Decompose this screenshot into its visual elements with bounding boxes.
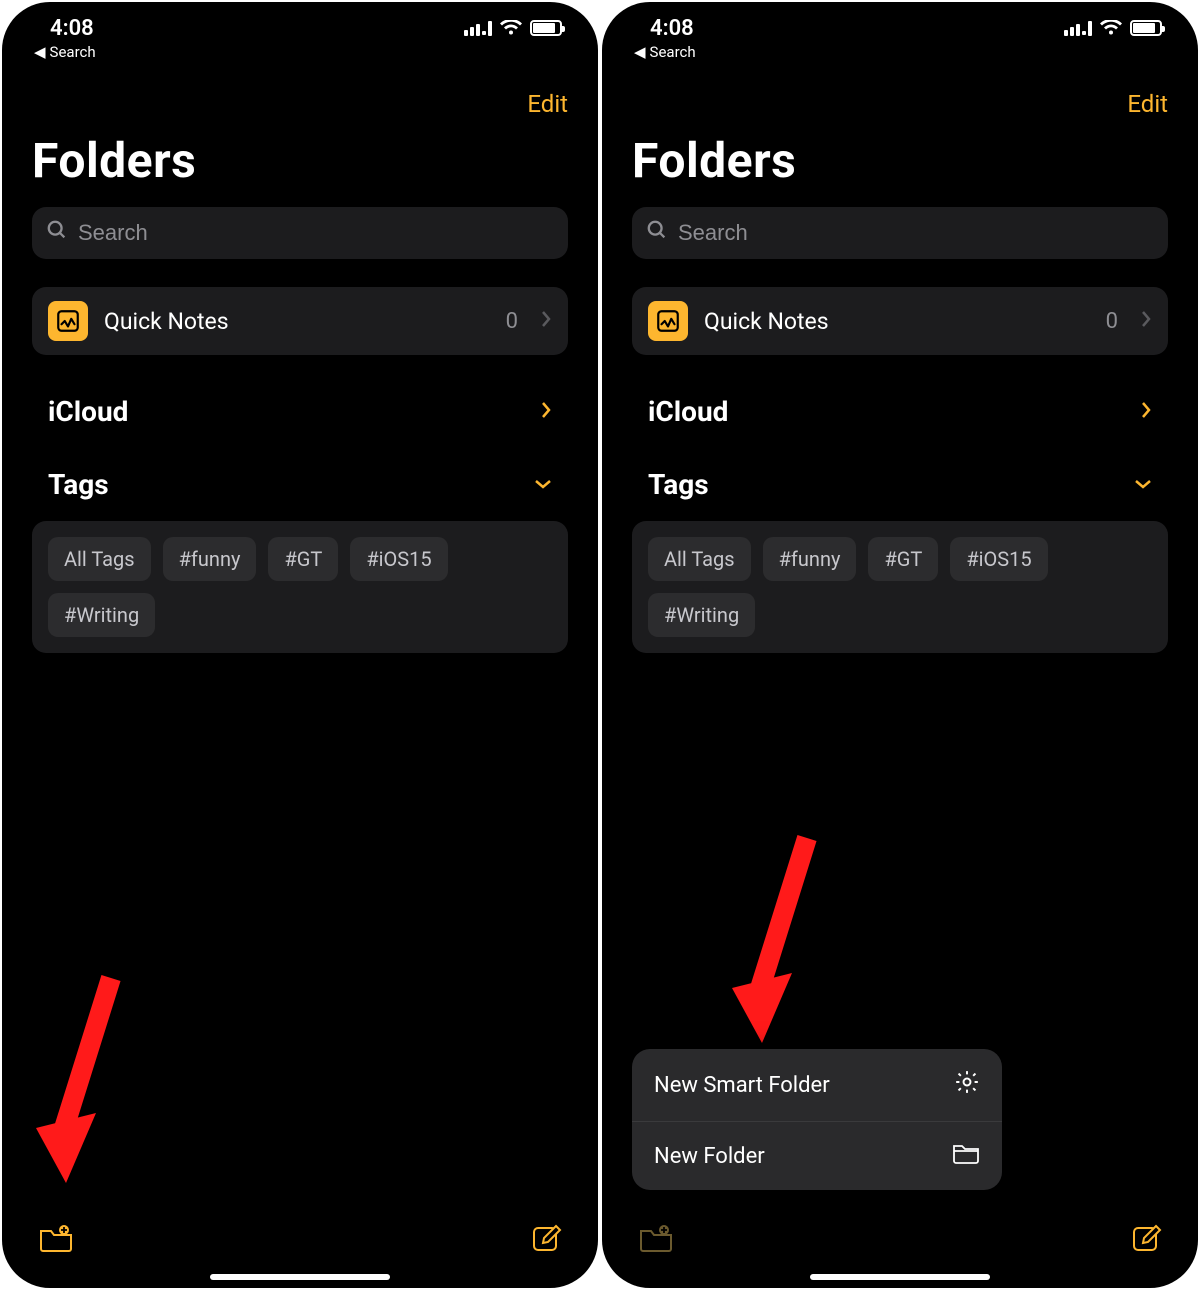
new-folder-label: New Folder [654, 1144, 765, 1169]
quick-notes-row[interactable]: Quick Notes 0 [32, 287, 568, 355]
search-input[interactable] [78, 220, 554, 246]
compose-button[interactable] [530, 1222, 562, 1258]
back-chevron-icon: ◀ [34, 43, 46, 61]
navbar: Edit [32, 90, 568, 118]
quick-notes-icon [48, 301, 88, 341]
search-field[interactable] [632, 207, 1168, 259]
status-time: 4:08 [32, 16, 94, 41]
quick-notes-label: Quick Notes [704, 308, 1090, 335]
quick-notes-row[interactable]: Quick Notes 0 [632, 287, 1168, 355]
toolbar [32, 1222, 568, 1268]
phone-left: 4:08 ◀ Search Edit Folders Quic [2, 2, 598, 1288]
icloud-label: iCloud [48, 395, 128, 428]
new-folder-button[interactable] [638, 1223, 674, 1257]
new-folder-item[interactable]: New Folder [632, 1122, 1002, 1190]
tag-chip[interactable]: #funny [763, 537, 857, 581]
phone-right: 4:08 ◀ Search Edit Folders Quic [602, 2, 1198, 1288]
wifi-icon [1100, 20, 1122, 36]
quick-notes-icon [648, 301, 688, 341]
back-to-search[interactable]: ◀ Search [32, 43, 96, 61]
battery-icon [530, 20, 562, 36]
icloud-section[interactable]: iCloud [632, 395, 1168, 428]
edit-button[interactable]: Edit [1127, 90, 1168, 118]
search-icon [646, 219, 668, 247]
chevron-right-icon [540, 401, 552, 423]
new-folder-popup: New Smart Folder New Folder [632, 1049, 1002, 1190]
navbar: Edit [632, 90, 1168, 118]
status-bar: 4:08 ◀ Search [32, 16, 568, 70]
quick-notes-count: 0 [1106, 309, 1118, 334]
status-bar: 4:08 ◀ Search [632, 16, 1168, 70]
tag-chip[interactable]: All Tags [48, 537, 151, 581]
tags-label: Tags [648, 468, 709, 501]
search-input[interactable] [678, 220, 1154, 246]
chevron-down-icon [534, 475, 552, 494]
wifi-icon [500, 20, 522, 36]
tag-chip[interactable]: #funny [163, 537, 257, 581]
tag-chip[interactable]: All Tags [648, 537, 751, 581]
back-to-search[interactable]: ◀ Search [632, 43, 696, 61]
icloud-label: iCloud [648, 395, 728, 428]
back-chevron-icon: ◀ [634, 43, 646, 61]
quick-notes-label: Quick Notes [104, 308, 490, 335]
page-title: Folders [32, 132, 568, 189]
tag-chip[interactable]: #iOS15 [350, 537, 447, 581]
icloud-section[interactable]: iCloud [32, 395, 568, 428]
cellular-icon [464, 20, 492, 36]
page-title: Folders [632, 132, 1168, 189]
compose-button[interactable] [1130, 1222, 1162, 1258]
home-indicator[interactable] [810, 1274, 990, 1280]
folder-icon [952, 1142, 980, 1170]
tag-chip[interactable]: #GT [268, 537, 338, 581]
back-label: Search [50, 43, 96, 61]
tag-chip[interactable]: #Writing [48, 593, 155, 637]
tag-chip[interactable]: #GT [868, 537, 938, 581]
battery-icon [1130, 20, 1162, 36]
tag-chip[interactable]: #Writing [648, 593, 755, 637]
chevron-down-icon [1134, 475, 1152, 494]
tags-label: Tags [48, 468, 109, 501]
status-time: 4:08 [632, 16, 694, 41]
quick-notes-count: 0 [506, 309, 518, 334]
toolbar [632, 1222, 1168, 1268]
new-folder-button[interactable] [38, 1223, 74, 1257]
home-indicator[interactable] [210, 1274, 390, 1280]
new-smart-folder-item[interactable]: New Smart Folder [632, 1049, 1002, 1121]
gear-icon [954, 1069, 980, 1101]
back-label: Search [650, 43, 696, 61]
chevron-right-icon [1140, 310, 1152, 332]
tag-chip[interactable]: #iOS15 [950, 537, 1047, 581]
tags-section[interactable]: Tags [32, 468, 568, 501]
tags-box: All Tags #funny #GT #iOS15 #Writing [32, 521, 568, 653]
new-smart-folder-label: New Smart Folder [654, 1073, 830, 1098]
search-icon [46, 219, 68, 247]
tags-box: All Tags #funny #GT #iOS15 #Writing [632, 521, 1168, 653]
edit-button[interactable]: Edit [527, 90, 568, 118]
search-field[interactable] [32, 207, 568, 259]
cellular-icon [1064, 20, 1092, 36]
chevron-right-icon [540, 310, 552, 332]
chevron-right-icon [1140, 401, 1152, 423]
tags-section[interactable]: Tags [632, 468, 1168, 501]
